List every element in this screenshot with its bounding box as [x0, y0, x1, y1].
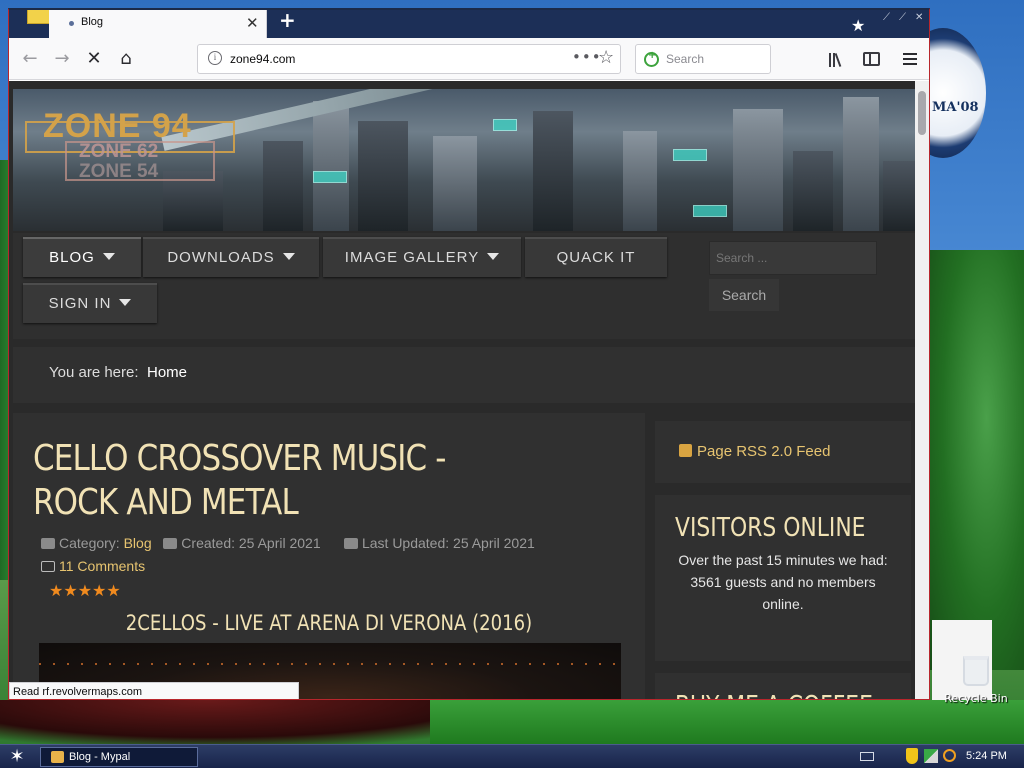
- browser-titlebar: Blog ✕ + ★ ⟋ ⟋ ✕: [9, 10, 929, 38]
- menu-item-blog[interactable]: BLOG: [23, 237, 141, 277]
- comment-icon: [41, 561, 55, 572]
- recycle-bin-shortcut[interactable]: Recycle Bin: [944, 656, 1008, 705]
- url-text[interactable]: zone94.com: [230, 52, 295, 66]
- coffee-module: BUY ME A COFFEE: [655, 673, 911, 699]
- visitors-text: Over the past 15 minutes we had: 3561 gu…: [669, 549, 897, 615]
- created-date: Created: 25 April 2021: [181, 535, 321, 551]
- url-bar[interactable]: i zone94.com ••• ☆: [197, 44, 621, 74]
- scrollbar-thumb[interactable]: [918, 91, 926, 135]
- page-scrollbar[interactable]: [915, 81, 929, 699]
- menu-item-label: IMAGE GALLERY: [344, 249, 480, 266]
- menu-item-label: BLOG: [49, 249, 95, 266]
- recycle-bin-icon: [963, 656, 989, 686]
- search-icon[interactable]: [943, 749, 956, 762]
- browser-toolbar: ← → ✕ ⌂ i zone94.com ••• ☆ Search: [9, 38, 929, 80]
- calendar-icon: [163, 538, 178, 549]
- taskbar-task-label: Blog - Mypal: [69, 751, 131, 763]
- site-search-input[interactable]: Search ...: [709, 241, 877, 275]
- comments-count: 11 Comments: [59, 558, 146, 574]
- taskbar: ✶ Blog - Mypal 5:24 PM: [0, 744, 1024, 768]
- menu-item-label: SIGN IN: [48, 295, 112, 312]
- article-meta: Category: Blog Created: 25 April 2021 La…: [41, 535, 535, 551]
- visitors-title: VISITORS ONLINE: [675, 513, 866, 543]
- dropdown-caret-icon: [282, 253, 295, 260]
- hamburger-menu-icon[interactable]: [903, 53, 917, 65]
- calendar-icon: [343, 538, 358, 549]
- breadcrumb: You are here: Home: [13, 347, 915, 403]
- menu-item-label: QUACK IT: [556, 249, 636, 266]
- video-thumbnail-lights: [39, 663, 621, 665]
- comments-link[interactable]: 11 Comments: [41, 558, 145, 574]
- site-nav-menu: BLOG DOWNLOADS IMAGE GALLERY QUACK IT SI…: [13, 233, 915, 339]
- campaign-badge-text: MA'08: [932, 100, 979, 115]
- browser-search-placeholder[interactable]: Search: [666, 52, 704, 66]
- tab-title: Blog: [81, 16, 104, 28]
- desktop-lawn: [430, 700, 1024, 744]
- home-button[interactable]: ⌂: [113, 46, 139, 72]
- maximize-icon[interactable]: ⟋: [899, 12, 906, 23]
- clock[interactable]: 5:24 PM: [966, 750, 1007, 762]
- browser-search-bar[interactable]: Search: [635, 44, 771, 74]
- web-page: ZONE 94 ZONE 62 ZONE 54 BLOG DOWNLOADS I…: [9, 81, 929, 699]
- rating-stars[interactable]: ★★★★★: [49, 581, 121, 600]
- category-label: Category:: [59, 535, 120, 551]
- library-icon[interactable]: [829, 52, 847, 68]
- star-icon: ★: [851, 16, 866, 35]
- coffee-title: BUY ME A COFFEE: [675, 691, 873, 699]
- breadcrumb-home-link[interactable]: Home: [147, 364, 187, 381]
- close-icon[interactable]: ✕: [915, 12, 923, 23]
- logo-sub-text-1: ZONE 62: [79, 141, 159, 162]
- folder-icon: [41, 538, 55, 549]
- back-button[interactable]: ←: [17, 46, 43, 72]
- updated-date: Last Updated: 25 April 2021: [361, 535, 535, 551]
- article-title[interactable]: CELLO CROSSOVER MUSIC - ROCK AND METAL: [33, 437, 515, 525]
- browser-window: Blog ✕ + ★ ⟋ ⟋ ✕ ← → ✕ ⌂ i zone94.com ••…: [8, 8, 930, 700]
- site-info-icon[interactable]: i: [208, 51, 222, 65]
- article: CELLO CROSSOVER MUSIC - ROCK AND METAL C…: [13, 413, 645, 699]
- menu-item-label: DOWNLOADS: [167, 249, 275, 266]
- sidebar-toggle-icon[interactable]: [863, 52, 880, 66]
- rss-feed-link[interactable]: Page RSS 2.0 Feed: [679, 443, 830, 460]
- visitors-module: VISITORS ONLINE Over the past 15 minutes…: [655, 495, 911, 661]
- menu-item-downloads[interactable]: DOWNLOADS: [143, 237, 319, 277]
- rss-label: Page RSS 2.0 Feed: [697, 443, 831, 460]
- start-button[interactable]: ✶: [4, 746, 30, 768]
- rss-module: Page RSS 2.0 Feed: [655, 421, 911, 483]
- site-search-button[interactable]: Search: [709, 279, 779, 311]
- search-engine-icon[interactable]: [644, 50, 659, 67]
- browser-app-icon: [51, 751, 64, 763]
- visitors-line-2: 3561 guests and no members online.: [690, 574, 876, 612]
- tab-loading-icon: [69, 21, 74, 26]
- network-icon[interactable]: [924, 749, 938, 763]
- recycle-bin-label: Recycle Bin: [944, 692, 1008, 705]
- desktop-trees-right: [930, 250, 1024, 670]
- site-logo[interactable]: ZONE 94 ZONE 62 ZONE 54: [25, 107, 237, 183]
- tab-close-icon[interactable]: ✕: [246, 14, 259, 32]
- dropdown-caret-icon: [119, 299, 132, 306]
- status-bar: Read rf.revolvermaps.com: [9, 682, 299, 699]
- menu-item-quack-it[interactable]: QUACK IT: [525, 237, 667, 277]
- dropdown-caret-icon: [102, 253, 115, 260]
- menu-item-sign-in[interactable]: SIGN IN: [23, 283, 157, 323]
- keyboard-icon[interactable]: [860, 752, 874, 761]
- rss-icon: [679, 444, 692, 457]
- stop-button[interactable]: ✕: [81, 46, 107, 72]
- bookmark-star-icon[interactable]: ☆: [598, 47, 614, 68]
- taskbar-task-blog[interactable]: Blog - Mypal: [40, 747, 198, 767]
- breadcrumb-label: You are here:: [49, 364, 139, 381]
- forward-button[interactable]: →: [49, 46, 75, 72]
- site-banner: ZONE 94 ZONE 62 ZONE 54: [13, 89, 915, 231]
- visitors-line-1: Over the past 15 minutes we had:: [678, 552, 888, 568]
- system-tray: 5:24 PM: [858, 747, 1024, 767]
- logo-sub-text-2: ZONE 54: [79, 161, 159, 182]
- dropdown-caret-icon: [487, 253, 500, 260]
- new-tab-button[interactable]: +: [279, 10, 296, 32]
- category-link[interactable]: Blog: [124, 535, 152, 551]
- menu-item-image-gallery[interactable]: IMAGE GALLERY: [323, 237, 521, 277]
- security-shield-icon[interactable]: [906, 748, 918, 764]
- minimize-icon[interactable]: ⟋: [883, 12, 890, 23]
- tab-blog[interactable]: Blog ✕: [49, 10, 267, 38]
- video-title: 2CELLOS - LIVE AT ARENA DI VERONA (2016): [125, 611, 533, 635]
